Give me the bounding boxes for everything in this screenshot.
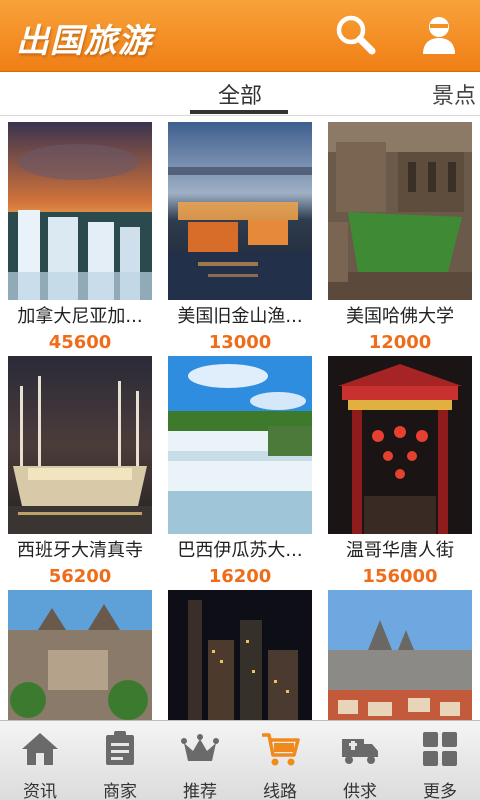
nav-label: 供求 [343,782,377,800]
destination-photo [328,122,472,300]
destination-photo [328,356,472,534]
destination-title: 美国哈佛大学 [346,306,454,327]
destination-photo [168,356,312,534]
search-icon [336,15,376,55]
destination-photo [8,356,152,534]
destination-card[interactable] [0,584,160,720]
crown-icon [181,734,219,761]
search-button[interactable] [330,10,380,60]
destination-card[interactable]: 巴西伊瓜苏大... 16200 [160,350,320,587]
destination-card[interactable]: 美国旧金山渔... 13000 [160,116,320,353]
nav-label: 商家 [103,782,137,800]
user-icon [423,17,455,54]
nav-label: 线路 [263,782,297,800]
bottom-nav: 资讯 商家 推荐 线路 供求 更多 [0,720,480,800]
destination-grid: 加拿大尼亚加... 45600 美国旧金山渔... 13000 美国哈佛大学 1… [0,116,480,720]
top-bar: 出国旅游 [0,0,480,72]
destination-photo [328,590,472,720]
nav-news[interactable]: 资讯 [0,721,80,800]
category-tabs: 全部 景点 [0,72,480,116]
active-tab-indicator [190,110,288,114]
nav-recommend[interactable]: 推荐 [160,721,240,800]
nav-routes[interactable]: 线路 [240,721,320,800]
nav-label: 推荐 [183,782,217,800]
destination-card[interactable] [160,584,320,720]
destination-title: 巴西伊瓜苏大... [177,540,303,561]
nav-label: 更多 [423,782,457,800]
destination-photo [168,122,312,300]
destination-card[interactable]: 温哥华唐人街 156000 [320,350,480,587]
cart-icon [262,733,300,766]
destination-photo [8,122,152,300]
destination-card[interactable]: 西班牙大清真寺 56200 [0,350,160,587]
destination-title: 美国旧金山渔... [177,306,303,327]
shop-doc-icon [106,731,134,765]
destination-card[interactable]: 加拿大尼亚加... 45600 [0,116,160,353]
destination-photo [168,590,312,720]
destination-photo [8,590,152,720]
app-title: 出国旅游 [16,21,152,60]
home-icon [22,733,58,765]
destination-card[interactable]: 美国哈佛大学 12000 [320,116,480,353]
destination-card[interactable] [320,584,480,720]
nav-more[interactable]: 更多 [400,721,480,800]
nav-label: 资讯 [23,782,57,800]
nav-supply-demand[interactable]: 供求 [320,721,400,800]
tab-all[interactable]: 全部 [190,78,290,110]
grid-icon [423,732,457,766]
destination-title: 温哥华唐人街 [346,540,454,561]
tab-spots[interactable]: 景点 [432,78,476,110]
nav-merchants[interactable]: 商家 [80,721,160,800]
user-button[interactable] [414,10,464,60]
destination-title: 加拿大尼亚加... [17,306,143,327]
destination-title: 西班牙大清真寺 [17,540,143,561]
truck-icon [342,739,378,764]
